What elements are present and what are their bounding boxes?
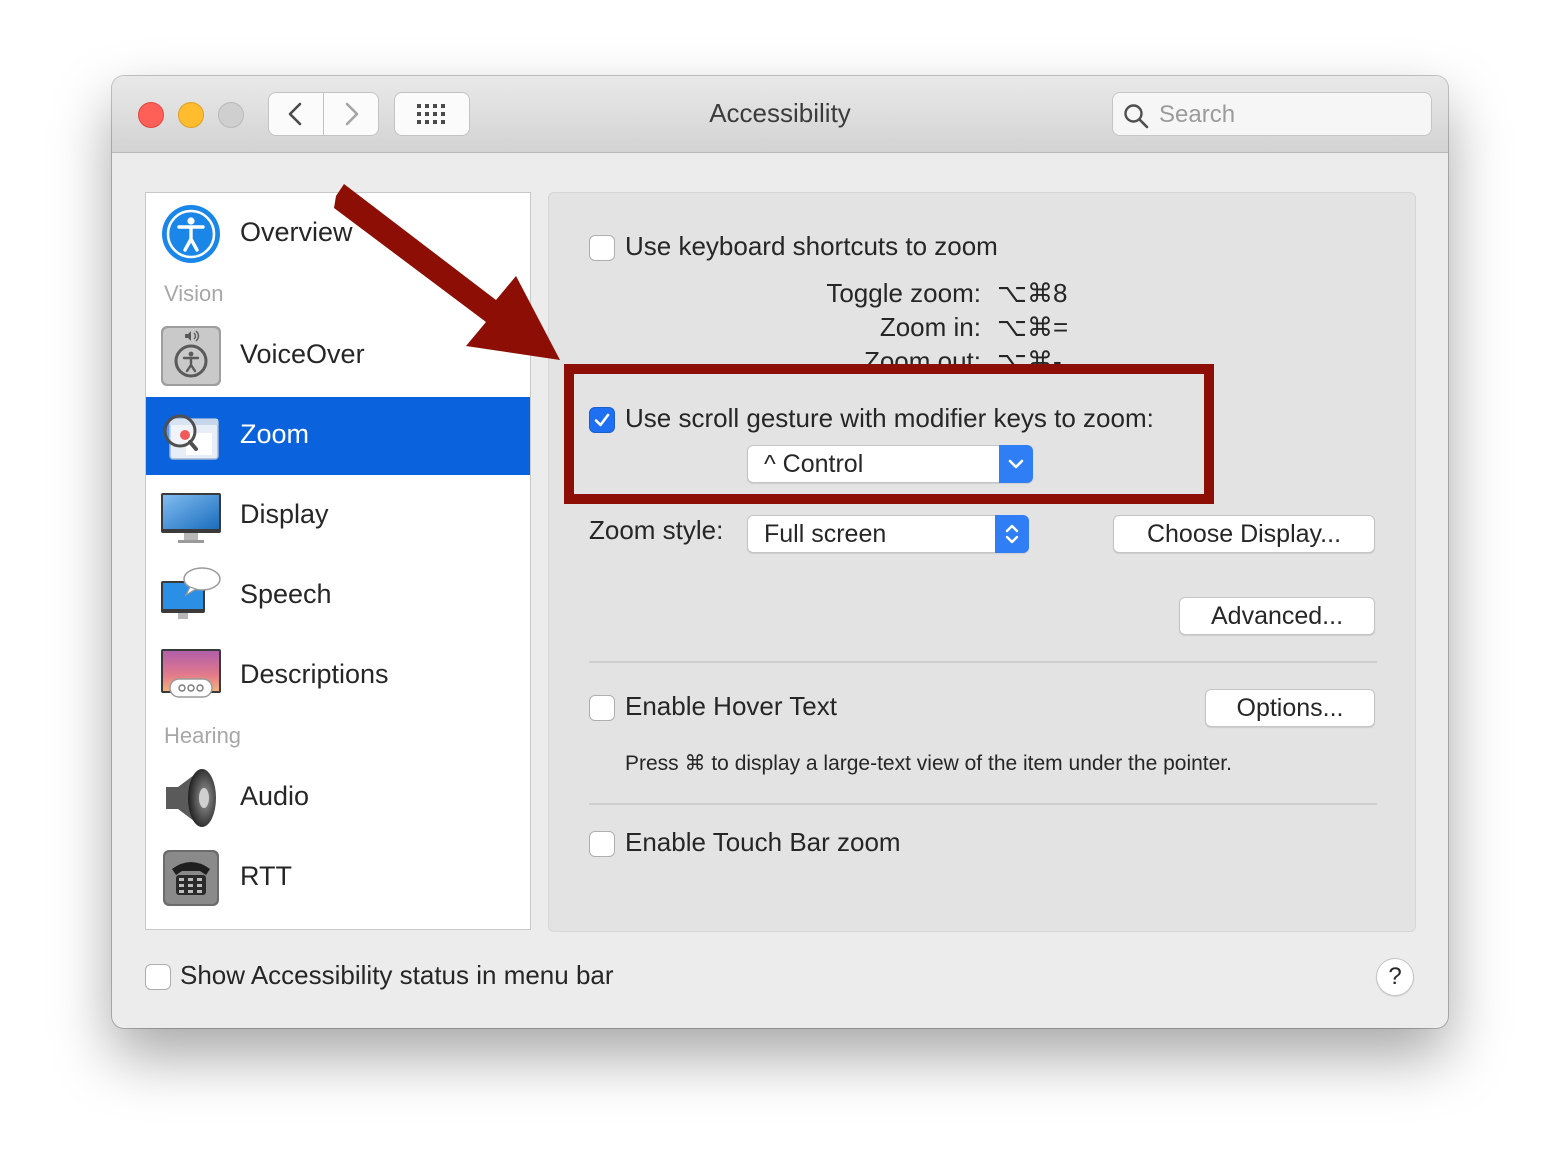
title-bar: Accessibility Search xyxy=(112,76,1448,153)
options-button[interactable]: Options... xyxy=(1205,689,1375,727)
zoom-settings-panel: Use keyboard shortcuts to zoom Toggle zo… xyxy=(548,192,1416,932)
descriptions-icon xyxy=(161,649,221,698)
toggle-zoom-label: Toggle zoom: xyxy=(826,278,981,308)
section-header-vision: Vision xyxy=(164,281,224,306)
rtt-icon xyxy=(163,850,219,906)
preferences-window: Accessibility Search Overview Vision Voi… xyxy=(112,76,1448,1028)
hover-text-hint: Press ⌘ to display a large-text view of … xyxy=(625,752,1232,775)
audio-icon xyxy=(166,769,216,827)
sidebar-item-rtt[interactable]: RTT xyxy=(146,839,530,917)
search-placeholder: Search xyxy=(1159,101,1236,128)
show-status-label: Show Accessibility status in menu bar xyxy=(180,960,614,990)
accessibility-icon xyxy=(162,205,220,263)
sidebar-item-voiceover[interactable]: VoiceOver xyxy=(146,317,530,395)
sidebar-item-descriptions[interactable]: Descriptions xyxy=(146,637,530,715)
hover-text-label: Enable Hover Text xyxy=(625,691,837,721)
zoom-icon xyxy=(163,414,219,460)
keyboard-shortcuts-checkbox[interactable] xyxy=(589,235,615,261)
sidebar-list[interactable]: Overview Vision VoiceOver Zoom Display S… xyxy=(145,192,531,930)
voiceover-icon xyxy=(161,326,221,386)
sidebar-item-label: Overview xyxy=(240,217,353,247)
speech-icon xyxy=(161,567,221,619)
sidebar-item-label: Speech xyxy=(240,579,332,609)
advanced-button[interactable]: Advanced... xyxy=(1179,597,1375,635)
display-icon xyxy=(161,493,221,543)
sidebar-item-zoom[interactable]: Zoom xyxy=(146,397,530,475)
search-icon xyxy=(1124,104,1149,129)
zoom-style-label: Zoom style: xyxy=(589,515,724,545)
sidebar-item-label: Audio xyxy=(240,781,310,811)
popup-arrow xyxy=(995,515,1029,553)
annotation-highlight-box xyxy=(564,364,1214,504)
divider xyxy=(589,661,1377,663)
hover-text-checkbox[interactable] xyxy=(589,695,615,721)
sidebar-item-label: Descriptions xyxy=(240,659,389,689)
search-field[interactable]: Search xyxy=(1112,92,1432,136)
keyboard-shortcuts-label: Use keyboard shortcuts to zoom xyxy=(625,231,998,261)
help-button[interactable]: ? xyxy=(1376,958,1414,996)
sidebar-item-display[interactable]: Display xyxy=(146,477,530,555)
zoom-style-popup[interactable]: Full screen xyxy=(747,515,1029,553)
choose-display-button[interactable]: Choose Display... xyxy=(1113,515,1375,553)
sidebar-item-label: Display xyxy=(240,499,329,529)
toggle-zoom-keys: ⌥⌘8 xyxy=(997,278,1068,308)
up-down-chevron-icon xyxy=(1005,524,1019,544)
show-status-checkbox[interactable] xyxy=(145,964,171,990)
sidebar-item-label: Zoom xyxy=(240,419,310,449)
zoom-in-label: Zoom in: xyxy=(879,312,981,342)
touch-bar-zoom-checkbox[interactable] xyxy=(589,831,615,857)
zoom-in-keys: ⌥⌘= xyxy=(997,312,1069,342)
sidebar-item-label: RTT xyxy=(240,861,292,891)
divider xyxy=(589,803,1377,805)
sidebar-item-label: VoiceOver xyxy=(240,339,365,369)
sidebar-item-speech[interactable]: Speech xyxy=(146,557,530,635)
zoom-style-value: Full screen xyxy=(764,520,887,548)
touch-bar-zoom-label: Enable Touch Bar zoom xyxy=(625,827,901,857)
section-header-hearing: Hearing xyxy=(164,723,242,748)
sidebar-item-audio[interactable]: Audio xyxy=(146,759,530,837)
sidebar-item-overview[interactable]: Overview xyxy=(146,195,530,273)
